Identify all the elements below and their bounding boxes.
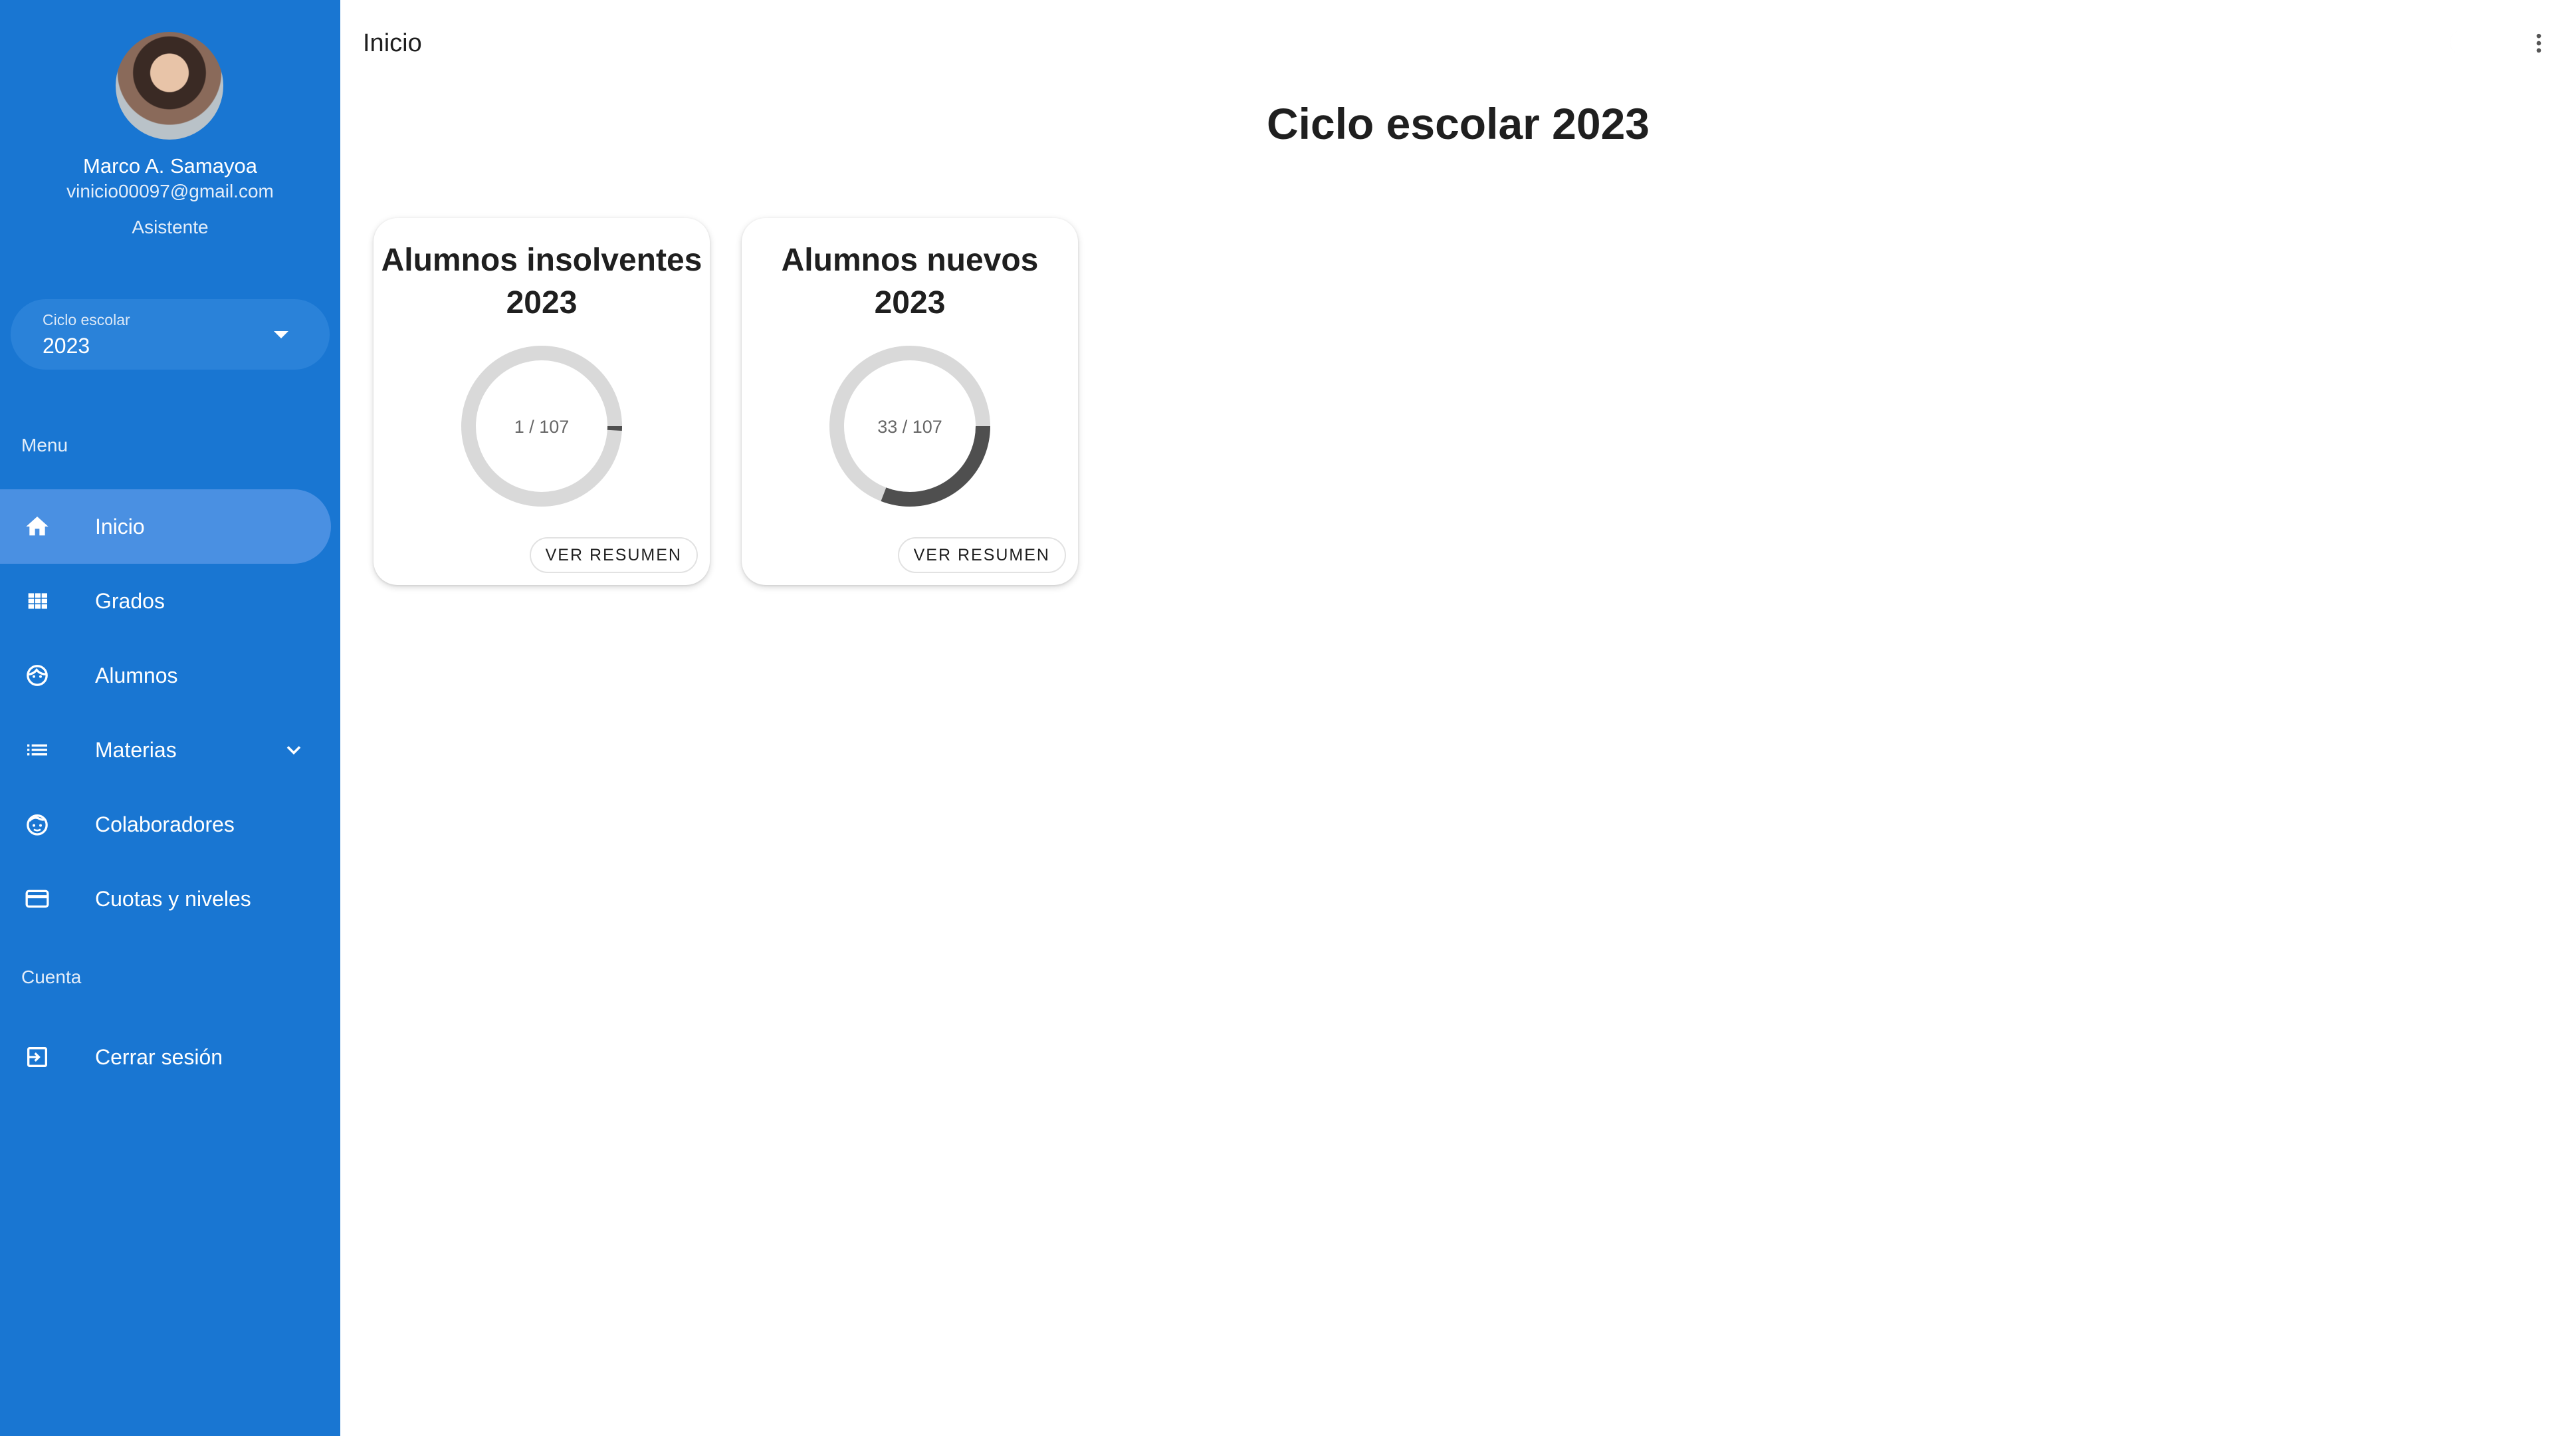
sidebar-item-cuotas-y-niveles[interactable]: Cuotas y niveles [0, 862, 331, 936]
user-role: Asistente [132, 217, 209, 237]
new-students-card: Alumnos nuevos 2023 33 / 107 VER RESUMEN [742, 218, 1078, 585]
insolvent-students-card: Alumnos insolventes 2023 1 / 107 VER RES… [374, 218, 710, 585]
logout-icon [27, 1047, 47, 1067]
sidebar-item-alumnos[interactable]: Alumnos [0, 638, 331, 713]
donut-value-text: 33 / 107 [877, 417, 942, 437]
sidebar-item-label: Colaboradores [95, 812, 235, 836]
sidebar: Marco A. Samayoa vinicio00097@gmail.com … [0, 0, 340, 1436]
more-options-icon[interactable] [2525, 27, 2552, 60]
school-cycle-label: Ciclo escolar [43, 311, 130, 328]
child-face-icon [27, 814, 48, 836]
list-icon [27, 744, 47, 756]
sidebar-item-label: Alumnos [95, 663, 178, 687]
school-cycle-value: 2023 [43, 334, 90, 358]
sidebar-item-label: Materias [95, 737, 177, 762]
menu-section-label: Menu [21, 435, 68, 455]
dark-mode-toggle-icon[interactable] [2446, 27, 2479, 60]
page-heading: Ciclo escolar 2023 [1266, 99, 1650, 148]
sidebar-item-label: Cerrar sesión [95, 1044, 223, 1069]
card-title-line: Alumnos nuevos [781, 243, 1039, 278]
home-icon [26, 517, 49, 536]
sidebar-item-label: Inicio [95, 514, 145, 538]
sidebar-item-grados[interactable]: Grados [0, 564, 331, 638]
school-cycle-select[interactable]: Ciclo escolar 2023 [11, 299, 330, 370]
user-email: vinicio00097@gmail.com [66, 181, 274, 201]
logout-button[interactable]: Cerrar sesión [0, 1020, 331, 1094]
card-title-year: 2023 [506, 285, 578, 320]
sidebar-item-materias[interactable]: Materias [0, 713, 331, 787]
card-title: Alumnos insolventes 2023 [374, 239, 710, 324]
sidebar-item-colaboradores[interactable]: Colaboradores [0, 787, 331, 862]
grid-icon [28, 593, 47, 609]
card-title: Alumnos nuevos 2023 [742, 239, 1078, 324]
sidebar-item-label: Grados [95, 588, 165, 613]
sidebar-item-label: Cuotas y niveles [95, 886, 251, 911]
page-title: Inicio [363, 29, 422, 57]
chevron-down-icon[interactable] [282, 738, 306, 762]
progress-donut: 33 / 107 [829, 346, 990, 507]
sidebar-item-inicio[interactable]: Inicio [0, 489, 331, 564]
dropdown-arrow-icon [274, 331, 288, 338]
credit-card-icon [25, 890, 49, 908]
view-summary-button[interactable]: VER RESUMEN [897, 537, 1066, 573]
donut-value-text: 1 / 107 [514, 417, 570, 437]
avatar[interactable] [116, 32, 223, 140]
card-title-line: Alumnos insolventes [381, 243, 702, 278]
account-section-label: Cuenta [21, 967, 82, 987]
view-summary-button[interactable]: VER RESUMEN [529, 537, 698, 573]
card-title-year: 2023 [874, 285, 946, 320]
face-icon [27, 665, 48, 686]
progress-donut: 1 / 107 [461, 346, 622, 507]
user-name: Marco A. Samayoa [83, 154, 257, 178]
